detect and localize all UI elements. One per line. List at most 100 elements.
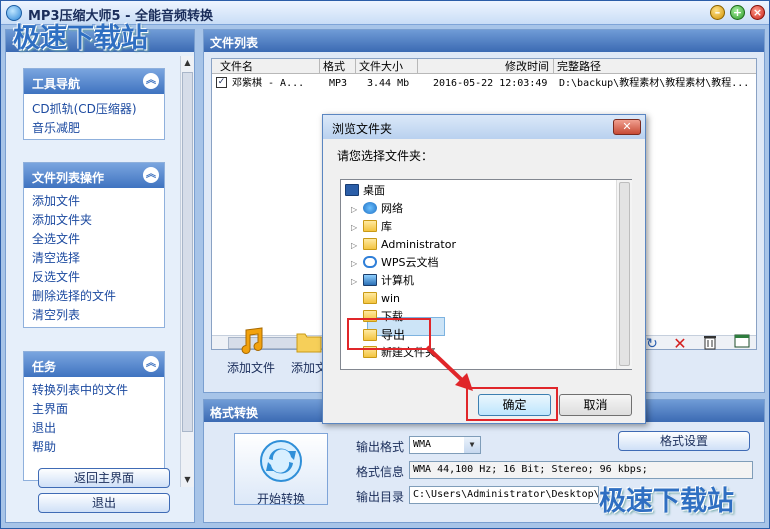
tree-node-label: 库: [381, 220, 392, 233]
navigation-scroll-area: 工具导航 ︽ CD抓轨(CD压缩器) 音乐减肥 文件列表操作 ︽ 添加文件 添加文件…: [19, 56, 177, 486]
nav-item-cd-rip[interactable]: CD抓轨(CD压缩器): [24, 100, 164, 119]
tree-node-administrator[interactable]: ▷ Administrator: [351, 236, 456, 254]
cancel-button[interactable]: 取消: [559, 394, 632, 416]
music-note-icon: [241, 327, 263, 354]
file-ops-panel: 文件列表操作 ︽ 添加文件 添加文件夹 全选文件 清空选择 反选文件 删除选择的文…: [23, 162, 165, 328]
tree-node-network[interactable]: ▷ 网络: [351, 200, 403, 218]
cell-modified: 2016-05-22 12:03:49: [433, 78, 548, 89]
add-file-label: 添加文件: [226, 361, 275, 375]
nav-item-add-file[interactable]: 添加文件: [24, 192, 164, 211]
table-header: 文件名 格式 文件大小 修改时间 完整路径: [212, 59, 756, 74]
expand-arrow-icon[interactable]: ▷: [351, 255, 363, 273]
start-conversion-label: 开始转换: [256, 492, 305, 506]
column-header-path[interactable]: 完整路径: [554, 59, 756, 74]
tree-node-label: 桌面: [363, 184, 385, 197]
scroll-up-arrow-icon[interactable]: ▲: [181, 56, 194, 70]
computer-icon: [363, 274, 377, 286]
file-ops-title: 文件列表操作: [32, 171, 105, 185]
expand-arrow-icon[interactable]: ▷: [351, 237, 363, 255]
nav-item-clear-list[interactable]: 清空列表: [24, 306, 164, 325]
dialog-close-button[interactable]: ✕: [613, 119, 641, 135]
dialog-prompt: 请您选择文件夹：: [337, 149, 434, 163]
tree-node-label: 网络: [381, 202, 403, 215]
output-dir-field[interactable]: C:\Users\Administrator\Desktop\: [409, 486, 599, 504]
chevron-down-icon[interactable]: ▼: [464, 437, 480, 453]
scroll-down-arrow-icon[interactable]: ▼: [181, 473, 194, 487]
output-format-value: WMA: [413, 439, 432, 450]
title-bar[interactable]: MP3压缩大师5 - 全能音频转换 – + ×: [1, 1, 769, 25]
expand-arrow-icon[interactable]: ▷: [351, 201, 363, 219]
library-icon: [363, 220, 377, 232]
nav-item-exit[interactable]: 退出: [24, 419, 164, 438]
column-header-modified[interactable]: 修改时间: [418, 59, 554, 74]
cell-file-name[interactable]: 邓紫棋 - A...: [229, 76, 319, 91]
nav-item-music-slim[interactable]: 音乐减肥: [24, 119, 164, 138]
nav-item-invert-selection[interactable]: 反选文件: [24, 268, 164, 287]
nav-item-select-all[interactable]: 全选文件: [24, 230, 164, 249]
tool-nav-title: 工具导航: [32, 77, 81, 91]
output-format-select[interactable]: WMA ▼: [409, 436, 481, 454]
start-conversion-button[interactable]: 开始转换: [234, 433, 328, 506]
close-button[interactable]: ×: [750, 5, 765, 20]
convert-arrows-icon: [260, 440, 302, 482]
collapse-chevron-icon[interactable]: ︽: [143, 356, 159, 372]
nav-item-help[interactable]: 帮助: [24, 438, 164, 457]
format-settings-button[interactable]: 格式设置: [618, 431, 750, 451]
cell-format: MP3: [329, 78, 348, 89]
folder-icon: [363, 292, 377, 304]
column-header-size[interactable]: 文件大小: [356, 59, 418, 74]
scrollbar-thumb[interactable]: [619, 182, 630, 366]
minimize-button[interactable]: –: [710, 5, 725, 20]
output-format-label: 输出格式: [356, 440, 405, 454]
tool-nav-panel: 工具导航 ︽ CD抓轨(CD压缩器) 音乐减肥: [23, 68, 165, 140]
window-icon[interactable]: [733, 334, 751, 350]
scrollbar-thumb[interactable]: [182, 72, 193, 432]
trash-icon[interactable]: [701, 334, 719, 350]
tree-node-library[interactable]: ▷ 库: [351, 218, 392, 236]
app-window: MP3压缩大师5 - 全能音频转换 – + × 导航 工具导航 ︽ CD抓轨(CD…: [0, 0, 770, 529]
nav-item-convert-list[interactable]: 转换列表中的文件: [24, 381, 164, 400]
browse-folder-dialog: 浏览文件夹 ✕ 请您选择文件夹： 桌面 ▷ 网络 ▷ 库 ▷ Administrato…: [322, 114, 646, 424]
tree-scrollbar[interactable]: [616, 180, 632, 369]
tree-node-desktop[interactable]: 桌面: [345, 182, 385, 200]
file-ops-header[interactable]: 文件列表操作 ︽: [24, 163, 164, 188]
column-header-name[interactable]: 文件名: [212, 59, 320, 74]
network-icon: [363, 202, 377, 214]
nav-item-clear-selection[interactable]: 清空选择: [24, 249, 164, 268]
tree-node-label: win: [381, 292, 401, 305]
window-title: MP3压缩大师5 - 全能音频转换: [28, 9, 214, 24]
add-file-button[interactable]: 添加文件: [221, 326, 281, 376]
tool-nav-header[interactable]: 工具导航 ︽: [24, 69, 164, 94]
task-title: 任务: [32, 360, 57, 374]
exit-button[interactable]: 退出: [38, 493, 170, 513]
navigation-scrollbar[interactable]: ▲ ▼: [180, 56, 194, 487]
folder-icon: [296, 333, 322, 353]
tree-node-wps-cloud[interactable]: ▷ WPS云文档: [351, 254, 439, 272]
cloud-icon: [363, 256, 377, 268]
expand-arrow-icon[interactable]: ▷: [351, 219, 363, 237]
user-folder-icon: [363, 238, 377, 250]
format-info-field: WMA 44,100 Hz; 16 Bit; Stereo; 96 kbps;: [409, 461, 753, 479]
tree-node-computer[interactable]: ▷ 计算机: [351, 272, 414, 290]
row-checkbox[interactable]: ✓: [216, 77, 227, 88]
maximize-button[interactable]: +: [730, 5, 745, 20]
task-header[interactable]: 任务 ︽: [24, 352, 164, 377]
back-to-main-button[interactable]: 返回主界面: [38, 468, 170, 488]
collapse-chevron-icon[interactable]: ︽: [143, 73, 159, 89]
cell-size: 3.44 Mb: [367, 78, 410, 89]
nav-item-add-folder[interactable]: 添加文件夹: [24, 211, 164, 230]
nav-item-main-ui[interactable]: 主界面: [24, 400, 164, 419]
expand-arrow-icon[interactable]: ▷: [351, 273, 363, 291]
dialog-title-bar[interactable]: 浏览文件夹 ✕: [323, 115, 645, 139]
navigation-header: 导航: [6, 30, 194, 52]
tree-node-win[interactable]: win: [363, 290, 400, 308]
collapse-chevron-icon[interactable]: ︽: [143, 167, 159, 183]
nav-item-delete-selected[interactable]: 删除选择的文件: [24, 287, 164, 306]
delete-x-icon[interactable]: ✕: [671, 334, 689, 353]
tree-node-label: 计算机: [381, 274, 414, 287]
file-list-header: 文件列表: [204, 30, 764, 52]
navigation-pane: 导航 工具导航 ︽ CD抓轨(CD压缩器) 音乐减肥 文件列表操作 ︽ 添加文件 添…: [5, 29, 195, 523]
column-header-format[interactable]: 格式: [320, 59, 356, 74]
annotation-arrow-icon: [425, 345, 473, 391]
app-logo-icon: [6, 5, 22, 21]
